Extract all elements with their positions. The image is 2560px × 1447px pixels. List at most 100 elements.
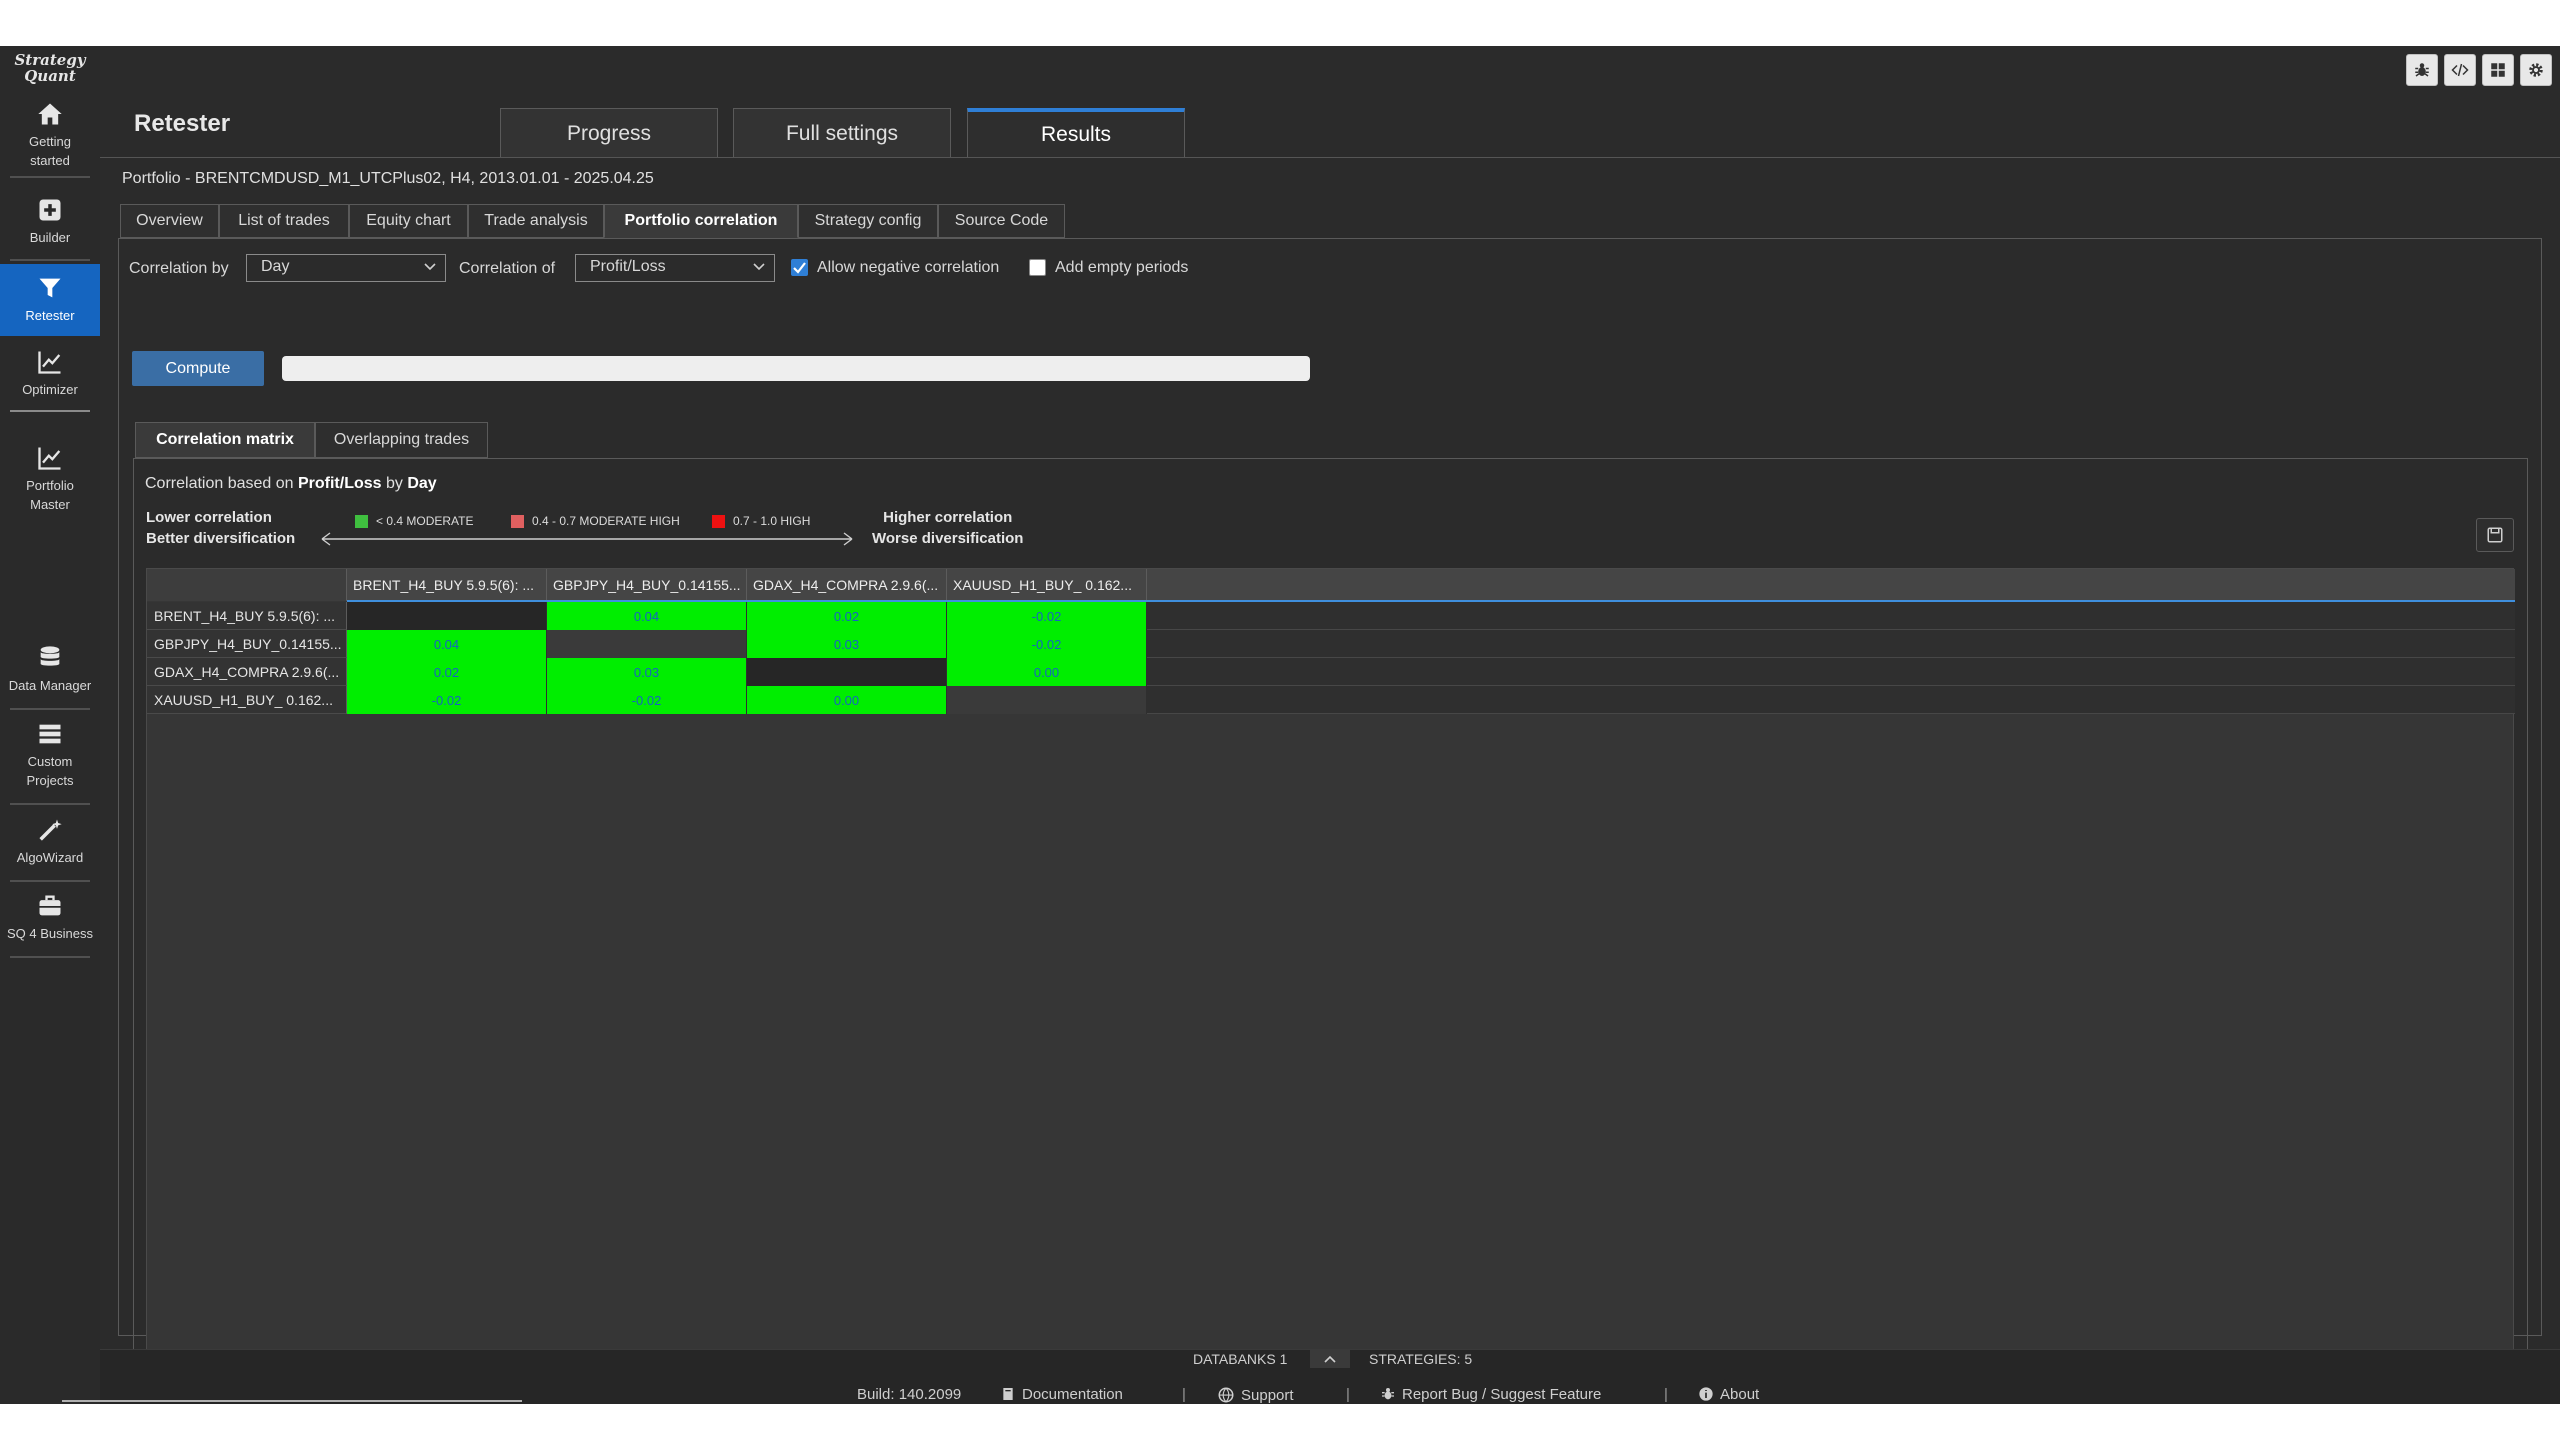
matrix-cell[interactable]: [547, 630, 747, 658]
tab-correlation-matrix[interactable]: Correlation matrix: [135, 422, 315, 458]
app-window: Strategy Quant Getting started Builder R…: [0, 46, 2560, 1404]
allow-negative-checkbox[interactable]: [791, 259, 808, 276]
documentation-link[interactable]: Documentation: [1000, 1386, 1123, 1403]
nav-data-manager[interactable]: Data Manager: [0, 644, 100, 704]
subtab-portfolio-correlation[interactable]: Portfolio correlation: [604, 204, 798, 238]
about-link[interactable]: About: [1698, 1386, 1759, 1403]
subtab-overview[interactable]: Overview: [120, 204, 219, 238]
plus-icon: [39, 199, 61, 221]
matrix-cell[interactable]: -0.02: [547, 686, 747, 714]
nav-algowizard[interactable]: AlgoWizard: [0, 816, 100, 876]
legend-high: 0.7 - 1.0 HIGH: [712, 514, 810, 528]
grid-icon: [2491, 63, 2505, 77]
matrix-cell[interactable]: [747, 658, 947, 686]
correlation-of-label: Correlation of: [459, 260, 556, 277]
progress-bar: [282, 356, 1310, 381]
nav-portfolio-master[interactable]: Portfolio Master: [0, 444, 100, 524]
bug-button[interactable]: [2406, 54, 2438, 86]
portfolio-info: Portfolio - BRENTCMDUSD_M1_UTCPlus02, H4…: [122, 170, 654, 187]
subtab-equity-chart[interactable]: Equity chart: [349, 204, 468, 238]
status-separator: |: [1182, 1386, 1186, 1403]
column-header[interactable]: BRENT_H4_BUY 5.9.5(6): ...: [347, 569, 547, 601]
legend-arrow: [321, 532, 853, 546]
row-header[interactable]: GBPJPY_H4_BUY_0.14155...: [147, 630, 347, 658]
settings-button[interactable]: [2520, 54, 2552, 86]
column-header[interactable]: GBPJPY_H4_BUY_0.14155...: [547, 569, 747, 601]
nav-label: Optimizer: [22, 382, 78, 397]
status-separator: |: [1664, 1386, 1668, 1403]
database-icon: [40, 646, 60, 666]
legend-higher: Higher correlation Worse diversification: [872, 507, 1023, 549]
matrix-cell[interactable]: -0.02: [347, 686, 547, 714]
chart-icon: [38, 351, 61, 374]
subtab-source-code[interactable]: Source Code: [938, 204, 1065, 238]
matrix-cell[interactable]: 0.00: [747, 686, 947, 714]
nav-getting-started[interactable]: Getting started: [0, 100, 100, 170]
nav-retester[interactable]: Retester: [0, 264, 100, 336]
nav-label: Projects: [26, 773, 74, 788]
documentation-label: Documentation: [1022, 1386, 1123, 1403]
matrix-cell[interactable]: -0.02: [947, 602, 1147, 630]
subtab-list-of-trades[interactable]: List of trades: [219, 204, 349, 238]
save-icon: [2487, 527, 2503, 543]
column-header[interactable]: GDAX_H4_COMPRA 2.9.6(...: [747, 569, 947, 601]
page-title: Retester: [134, 110, 231, 137]
legend-moderate-high: 0.4 - 0.7 MODERATE HIGH: [511, 514, 680, 528]
correlation-by-select[interactable]: Day: [246, 254, 446, 282]
list-icon: [39, 724, 61, 744]
matrix-cell[interactable]: [947, 686, 1147, 714]
nav-optimizer[interactable]: Optimizer: [0, 348, 100, 408]
matrix-cell[interactable]: [347, 602, 547, 630]
matrix-cell[interactable]: 0.03: [747, 630, 947, 658]
support-link[interactable]: Support: [1217, 1386, 1294, 1404]
databanks-toggle[interactable]: [1310, 1350, 1350, 1368]
subtab-trade-analysis[interactable]: Trade analysis: [468, 204, 604, 238]
legend-lower: Lower correlation Better diversification: [146, 507, 295, 549]
databanks-count[interactable]: DATABANKS 1: [1193, 1351, 1287, 1367]
matrix-cell[interactable]: 0.04: [347, 630, 547, 658]
matrix-cell[interactable]: 0.02: [347, 658, 547, 686]
correlation-of-select[interactable]: Profit/Loss: [575, 254, 775, 282]
grid-button[interactable]: [2482, 54, 2514, 86]
checkmark-icon: [793, 262, 806, 274]
nav-divider: [10, 410, 90, 412]
add-empty-periods-label: Add empty periods: [1055, 259, 1189, 276]
nav-divider: [10, 176, 90, 178]
legend-higher-line2: Worse diversification: [872, 530, 1024, 547]
legend-swatch: [712, 514, 725, 528]
export-button[interactable]: [2476, 518, 2514, 552]
column-header[interactable]: XAUUSD_H1_BUY_ 0.162...: [947, 569, 1147, 601]
compute-button[interactable]: Compute: [132, 351, 264, 386]
tab-progress[interactable]: Progress: [500, 108, 718, 158]
matrix-cell[interactable]: 0.03: [547, 658, 747, 686]
matrix-cell[interactable]: 0.00: [947, 658, 1147, 686]
add-empty-periods-checkbox[interactable]: [1029, 259, 1046, 276]
nav-label: SQ 4 Business: [7, 926, 93, 941]
tab-results[interactable]: Results: [967, 108, 1185, 158]
nav-label: Data Manager: [8, 678, 92, 693]
legend-moderate: < 0.4 MODERATE: [355, 514, 473, 528]
nav-builder[interactable]: Builder: [0, 196, 100, 254]
filter-icon: [39, 278, 61, 298]
nav-custom-projects[interactable]: Custom Projects: [0, 720, 100, 800]
nav-label: Portfolio: [26, 478, 74, 493]
subtab-strategy-config[interactable]: Strategy config: [798, 204, 938, 238]
row-header[interactable]: GDAX_H4_COMPRA 2.9.6(...: [147, 658, 347, 686]
legend-lower-line2: Better diversification: [146, 530, 296, 547]
about-label: About: [1720, 1386, 1760, 1403]
row-header[interactable]: BRENT_H4_BUY 5.9.5(6): ...: [147, 602, 347, 630]
strategies-count: STRATEGIES: 5: [1369, 1351, 1473, 1367]
window-scrollbar[interactable]: [62, 1400, 522, 1402]
report-bug-link[interactable]: Report Bug / Suggest Feature: [1380, 1386, 1601, 1403]
code-button[interactable]: [2444, 54, 2476, 86]
legend-higher-line1: Higher correlation: [883, 509, 1013, 526]
nav-sq4-business[interactable]: SQ 4 Business: [0, 892, 100, 952]
row-header[interactable]: XAUUSD_H1_BUY_ 0.162...: [147, 686, 347, 714]
matrix-cell[interactable]: 0.04: [547, 602, 747, 630]
matrix-cell[interactable]: 0.02: [747, 602, 947, 630]
legend-high-text: 0.7 - 1.0 HIGH: [733, 514, 811, 528]
tab-full-settings[interactable]: Full settings: [733, 108, 951, 158]
tab-overlapping-trades[interactable]: Overlapping trades: [315, 422, 488, 458]
tab-divider: [100, 157, 2560, 158]
matrix-cell[interactable]: -0.02: [947, 630, 1147, 658]
